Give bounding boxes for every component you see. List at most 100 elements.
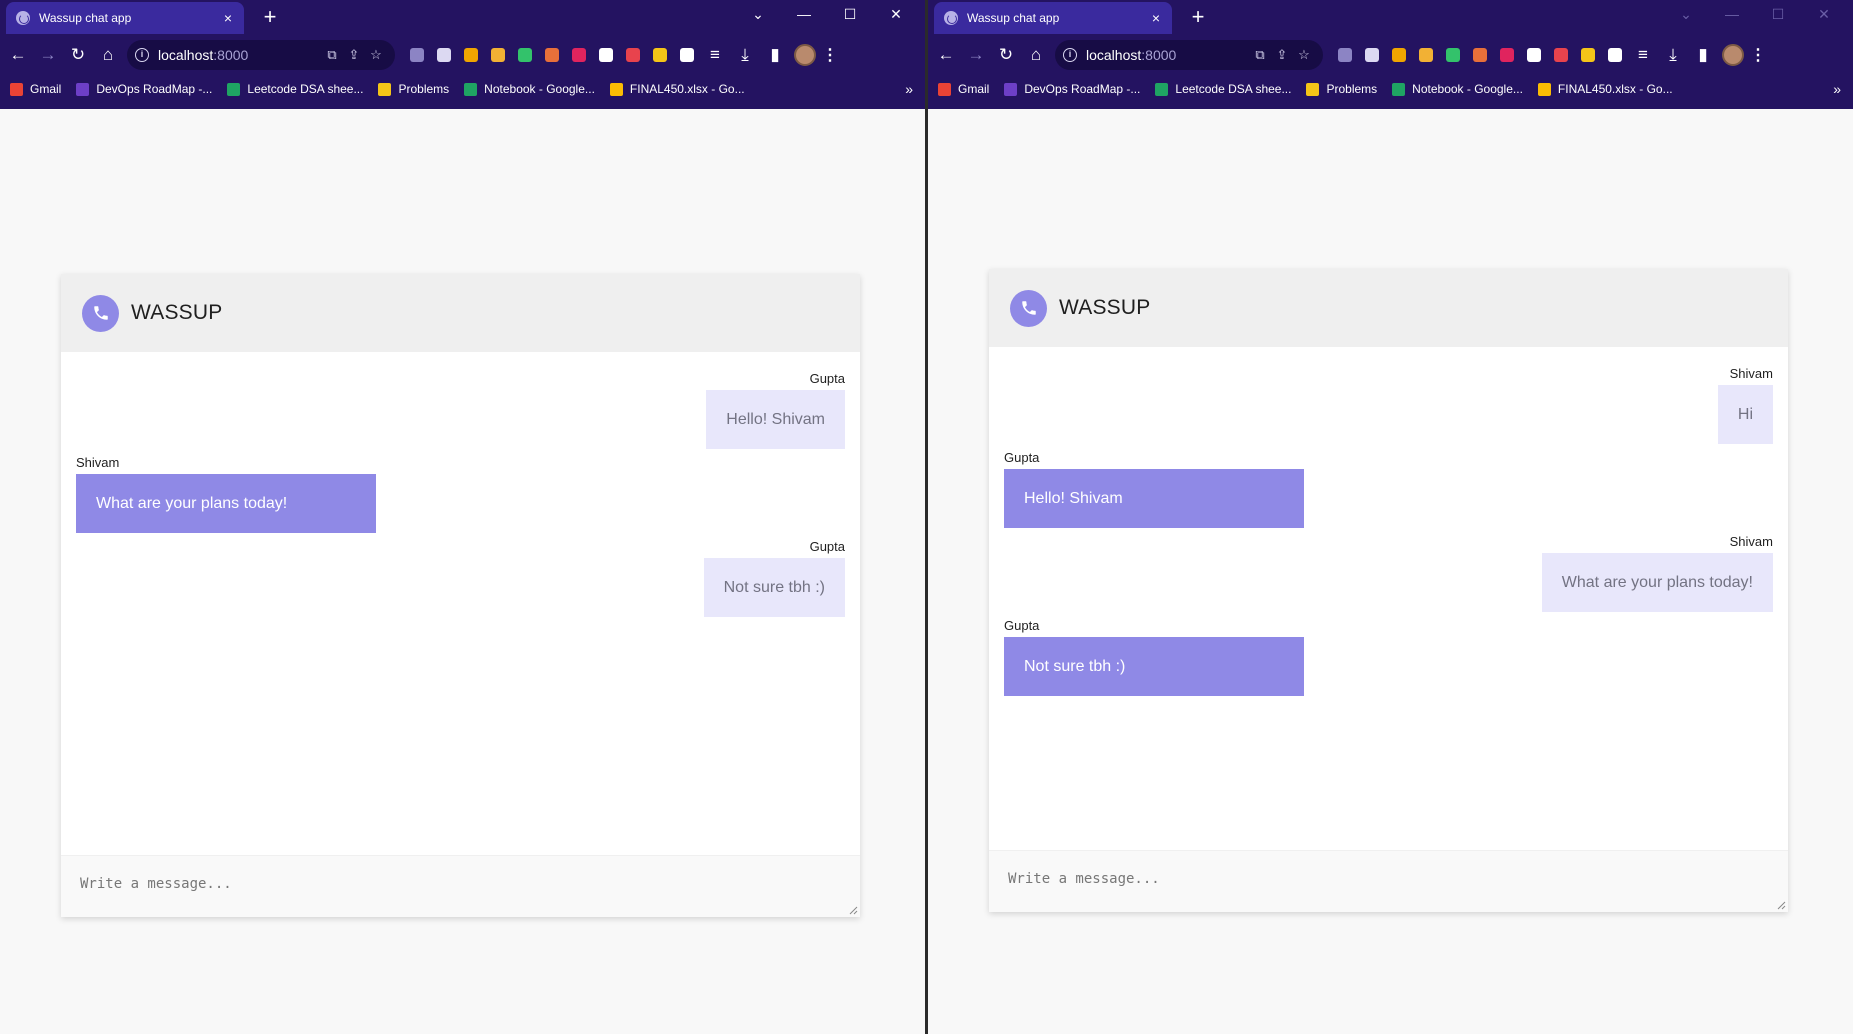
window-controls: ⌄ — ☐ ✕ — [1663, 0, 1847, 28]
reading-list-icon[interactable]: ≡ — [700, 40, 730, 70]
resize-grip-icon[interactable] — [849, 906, 858, 915]
home-icon[interactable]: ⌂ — [93, 40, 123, 70]
forward-icon[interactable]: → — [33, 40, 63, 70]
chart-extension-icon[interactable] — [403, 42, 430, 69]
share-icon[interactable]: ⇪ — [343, 47, 365, 63]
bookmark-item[interactable]: Gmail — [938, 82, 989, 96]
new-tab-button[interactable]: + — [1184, 3, 1212, 31]
bookmark-item[interactable]: Problems — [378, 82, 449, 96]
message-input[interactable] — [989, 851, 1788, 912]
share-icon[interactable]: ⇪ — [1271, 47, 1293, 63]
back-icon[interactable]: ← — [3, 40, 33, 70]
browser-tab[interactable]: Wassup chat app × — [6, 2, 244, 34]
chat-header: WASSUP — [989, 269, 1788, 347]
extension-glyph — [1418, 48, 1433, 62]
tab-search-icon[interactable]: ⌄ — [1663, 6, 1709, 23]
puzzle-extensions-icon[interactable] — [1601, 42, 1628, 69]
pen-extension-icon[interactable] — [484, 42, 511, 69]
pen-extension-icon[interactable] — [1412, 42, 1439, 69]
forward-icon[interactable]: → — [961, 40, 991, 70]
download-icon[interactable]: ⤓ — [1658, 40, 1688, 70]
close-window-icon[interactable]: ✕ — [873, 6, 919, 23]
menu-kebab-icon[interactable]: ⋮ — [1748, 45, 1768, 65]
new-tab-button[interactable]: + — [256, 3, 284, 31]
back-icon[interactable]: ← — [931, 40, 961, 70]
lock-extension-icon[interactable] — [1439, 42, 1466, 69]
profile-avatar[interactable] — [790, 40, 820, 70]
chart-extension-icon[interactable] — [1331, 42, 1358, 69]
browser-tab[interactable]: Wassup chat app × — [934, 2, 1172, 34]
problems-icon — [1306, 82, 1320, 96]
globe-extension-icon[interactable] — [1358, 42, 1385, 69]
minimize-icon[interactable]: — — [1709, 6, 1755, 22]
reading-list-icon[interactable]: ≡ — [1628, 40, 1658, 70]
side-panel-icon[interactable]: ▮ — [1688, 40, 1718, 70]
bulb-extension-icon[interactable] — [1574, 42, 1601, 69]
bookmark-star-icon[interactable]: ☆ — [1293, 47, 1315, 63]
bookmarks-overflow-icon[interactable]: » — [1833, 78, 1841, 100]
bookmark-label: Gmail — [958, 82, 990, 96]
address-bar[interactable]: i localhost:8000 ⧉ ⇪ ☆ — [127, 40, 395, 70]
message-bubble: What are your plans today! — [76, 474, 376, 533]
site-info-icon[interactable]: i — [135, 48, 149, 62]
shield-extension-icon[interactable] — [619, 42, 646, 69]
screen-extension-icon[interactable] — [592, 42, 619, 69]
close-window-icon[interactable]: ✕ — [1801, 6, 1847, 23]
tab-search-icon[interactable]: ⌄ — [735, 6, 781, 23]
resize-grip-icon[interactable] — [1777, 901, 1786, 910]
extension-glyph — [1499, 48, 1514, 62]
tab-close-icon[interactable]: × — [220, 10, 236, 26]
bookmark-label: Notebook - Google... — [1412, 82, 1523, 96]
tab-close-icon[interactable]: × — [1148, 10, 1164, 26]
screen-extension-icon[interactable] — [1520, 42, 1547, 69]
bookmark-item[interactable]: Notebook - Google... — [1392, 82, 1523, 96]
bookmark-item[interactable]: Problems — [1306, 82, 1377, 96]
menu-kebab-icon[interactable]: ⋮ — [820, 45, 840, 65]
swirl-extension-icon[interactable] — [1466, 42, 1493, 69]
address-bar[interactable]: i localhost:8000 ⧉ ⇪ ☆ — [1055, 40, 1323, 70]
globe-extension-icon[interactable] — [430, 42, 457, 69]
side-panel-icon[interactable]: ▮ — [760, 40, 790, 70]
message-input[interactable] — [61, 856, 860, 917]
bookmark-item[interactable]: Leetcode DSA shee... — [1155, 82, 1291, 96]
play-extension-icon[interactable] — [1493, 42, 1520, 69]
message-sent: Shivam What are your plans today! — [1004, 534, 1773, 612]
profile-avatar[interactable] — [1718, 40, 1748, 70]
bookmark-label: Gmail — [30, 82, 62, 96]
bookmark-star-icon[interactable]: ☆ — [365, 47, 387, 63]
play-extension-icon[interactable] — [565, 42, 592, 69]
extension-glyph — [517, 48, 532, 62]
brand-title: WASSUP — [131, 301, 223, 324]
bookmark-item[interactable]: Gmail — [10, 82, 61, 96]
message-sent: Gupta Hello! Shivam — [76, 371, 845, 449]
extension-glyph — [463, 48, 478, 62]
bookmark-item[interactable]: Leetcode DSA shee... — [227, 82, 363, 96]
tab-strip: Wassup chat app × + ⌄ — ☐ ✕ — [928, 0, 1853, 34]
message-bubble: Hi — [1717, 385, 1773, 444]
lh-extension-icon[interactable] — [1385, 42, 1412, 69]
site-info-icon[interactable]: i — [1063, 48, 1077, 62]
bookmark-item[interactable]: Notebook - Google... — [464, 82, 595, 96]
download-icon[interactable]: ⤓ — [730, 40, 760, 70]
maximize-icon[interactable]: ☐ — [1755, 6, 1801, 23]
bulb-extension-icon[interactable] — [646, 42, 673, 69]
minimize-icon[interactable]: — — [781, 6, 827, 22]
reload-icon[interactable]: ↻ — [63, 40, 93, 70]
bookmark-item[interactable]: DevOps RoadMap -... — [76, 82, 212, 96]
translate-icon[interactable]: ⧉ — [321, 47, 343, 63]
swirl-extension-icon[interactable] — [538, 42, 565, 69]
lock-extension-icon[interactable] — [511, 42, 538, 69]
bookmark-item[interactable]: FINAL450.xlsx - Go... — [609, 82, 745, 96]
lh-extension-icon[interactable] — [457, 42, 484, 69]
translate-icon[interactable]: ⧉ — [1249, 47, 1271, 63]
bookmarks-overflow-icon[interactable]: » — [905, 78, 913, 100]
puzzle-extensions-icon[interactable] — [673, 42, 700, 69]
extension-glyph — [1553, 48, 1568, 62]
bookmark-item[interactable]: FINAL450.xlsx - Go... — [1537, 82, 1673, 96]
bookmark-item[interactable]: DevOps RoadMap -... — [1004, 82, 1140, 96]
home-icon[interactable]: ⌂ — [1021, 40, 1051, 70]
shield-extension-icon[interactable] — [1547, 42, 1574, 69]
tab-title: Wassup chat app — [967, 11, 1060, 25]
reload-icon[interactable]: ↻ — [991, 40, 1021, 70]
maximize-icon[interactable]: ☐ — [827, 6, 873, 23]
